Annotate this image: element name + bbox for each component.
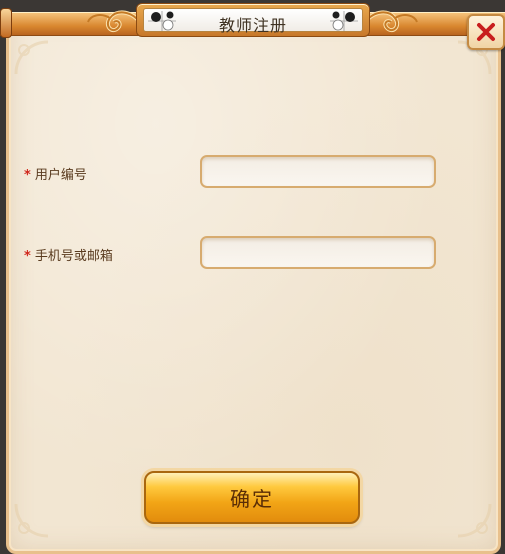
required-mark: * [24, 249, 31, 264]
title-plate: 教师注册 [136, 3, 370, 37]
required-mark: * [24, 168, 31, 183]
phone-or-email-input[interactable] [200, 236, 436, 269]
user-id-label: * 用户编号 [24, 164, 87, 183]
scroll-ornament-left [87, 10, 142, 33]
scroll-ornament-right [363, 10, 418, 33]
corner-ornament-top-left [14, 40, 49, 75]
title-inner: 教师注册 [143, 8, 363, 35]
close-button[interactable] [467, 14, 505, 50]
user-id-input[interactable] [200, 155, 436, 188]
phone-or-email-label-text: 手机号或邮箱 [34, 249, 113, 264]
confirm-button-label: 确定 [230, 487, 274, 511]
corner-ornament-bottom-right [457, 503, 492, 538]
corner-ornament-bottom-left [14, 503, 49, 538]
go-stones-icon [330, 11, 358, 31]
user-id-label-text: 用户编号 [34, 168, 87, 183]
phone-or-email-label: * 手机号或邮箱 [24, 245, 113, 264]
header-bar-end-left [0, 8, 12, 38]
close-x-icon [477, 23, 495, 41]
confirm-button[interactable]: 确定 [144, 471, 360, 524]
